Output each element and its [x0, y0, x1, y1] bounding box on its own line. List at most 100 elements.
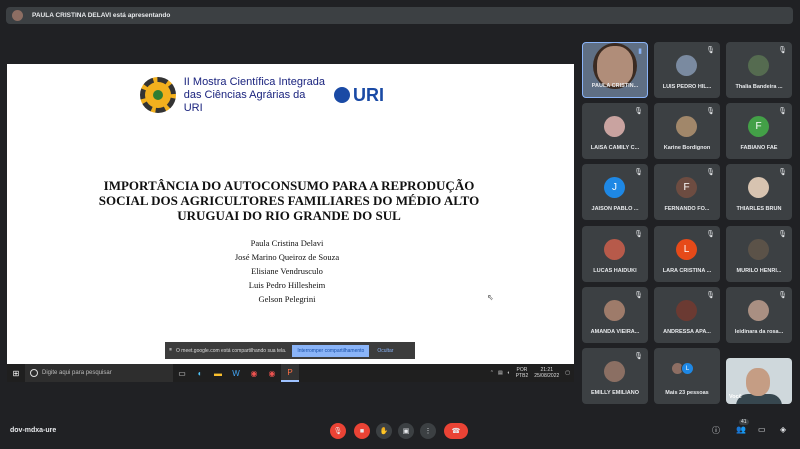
cortana-icon: [30, 369, 38, 377]
mic-off-icon: 🎙: [778, 169, 787, 176]
participant-tile[interactable]: 🎙 leidinara da rosa...: [726, 287, 792, 343]
participant-tile[interactable]: 🎙 LUCAS HAIDUKI: [582, 226, 648, 282]
participant-tile[interactable]: 🎙 AMANDA VIEIRA...: [582, 287, 648, 343]
self-view-tile[interactable]: Você: [726, 358, 792, 404]
shared-screen: II Mostra Científica Integrada das Ciênc…: [7, 64, 574, 382]
stop-sharing-button[interactable]: Interromper compartilhamento: [292, 344, 370, 357]
participant-tile[interactable]: ▮ PAULA CRISTIN...: [582, 42, 648, 98]
participant-name: FERNANDO FO...: [664, 206, 710, 212]
participant-name: leidinara da rosa...: [734, 329, 784, 335]
participant-face: [597, 46, 633, 86]
uri-emblem-icon: [334, 87, 350, 103]
mic-off-icon: 🎙: [706, 292, 715, 299]
participant-avatar: [676, 300, 697, 321]
participant-letter-avatar: F: [676, 177, 697, 198]
activities-button[interactable]: ◈: [780, 425, 786, 434]
mic-off-icon: 🎙: [778, 108, 787, 115]
present-screen-icon: ▣: [402, 428, 410, 435]
participant-tile[interactable]: 🎙 LUIS PEDRO HIL...: [654, 42, 720, 98]
mic-off-icon: 🎙: [706, 47, 715, 54]
participant-name: THIARLES BRUN: [736, 206, 782, 212]
mic-off-icon: 🎙: [634, 231, 643, 238]
edge-icon[interactable]: ◐: [191, 364, 209, 382]
hang-up-icon: ☎: [451, 428, 461, 435]
mouse-cursor-icon: ⇖: [487, 293, 494, 302]
participant-letter-avatar: L: [676, 239, 697, 260]
participant-count-badge: 41: [739, 419, 749, 425]
camera-toggle-button[interactable]: ■: [354, 423, 370, 439]
mic-off-icon: 🎙: [706, 169, 715, 176]
tray-chevron-icon[interactable]: ⌃: [490, 370, 494, 376]
file-explorer-icon[interactable]: ▬: [209, 364, 227, 382]
participant-avatar: [604, 116, 625, 137]
mic-off-icon: 🎙: [778, 47, 787, 54]
self-face: [746, 368, 770, 396]
activities-icon: ◈: [780, 425, 787, 434]
mic-off-icon: 🎙: [634, 169, 643, 176]
windows-start-icon[interactable]: ⊞: [7, 364, 25, 382]
participant-name: PAULA CRISTIN...: [591, 83, 639, 89]
author: Elisiane Vendrusculo: [251, 266, 323, 276]
participant-tile[interactable]: 🎙 THIARLES BRUN: [726, 164, 792, 220]
network-icon[interactable]: ▤: [498, 370, 503, 376]
participant-tile[interactable]: 🎙 J JAISON PABLO ...: [582, 164, 648, 220]
system-tray: ⌃ ▤ ◖ POR PTB2 21:21 25/08/2022 ▢: [490, 364, 570, 382]
chrome-icon[interactable]: ◉: [245, 364, 263, 382]
participant-avatar: [748, 177, 769, 198]
volume-icon[interactable]: ◖: [507, 370, 510, 376]
participant-tile[interactable]: 🎙 Thalia Bandeira ...: [726, 42, 792, 98]
slide-title: IMPORTÂNCIA DO AUTOCONSUMO PARA A REPROD…: [98, 178, 480, 223]
powerpoint-icon[interactable]: P: [281, 364, 299, 382]
word-icon[interactable]: W: [227, 364, 245, 382]
participant-avatar: [604, 300, 625, 321]
participant-tile[interactable]: 🎙 LAISA CAMILY C...: [582, 103, 648, 159]
people-button[interactable]: 👥: [736, 425, 746, 434]
participant-tile[interactable]: 🎙 F FERNANDO FO...: [654, 164, 720, 220]
language-indicator[interactable]: POR PTB2: [516, 367, 529, 379]
more-options-button[interactable]: ⋮: [420, 423, 436, 439]
author: Gelson Pelegrini: [258, 294, 316, 304]
presenter-text: PAULA CRISTINA DELAVI está apresentando: [32, 12, 171, 19]
info-icon: ⓘ: [712, 426, 720, 435]
hide-notice-button[interactable]: Ocultar: [377, 348, 393, 354]
participant-letter-avatar: F: [748, 116, 769, 137]
participant-avatar: [604, 361, 625, 382]
participant-name: LAISA CAMILY C...: [590, 145, 640, 151]
author: José Marino Queiroz de Souza: [234, 252, 340, 262]
participant-letter-avatar: L: [681, 362, 694, 375]
chrome-icon[interactable]: ◉: [263, 364, 281, 382]
present-button[interactable]: ▣: [398, 423, 414, 439]
author: Luis Pedro Hillesheim: [248, 280, 326, 290]
mic-toggle-button[interactable]: 🎙: [330, 423, 346, 439]
participant-tile[interactable]: 🎙 Karine Bordignon: [654, 103, 720, 159]
raise-hand-button[interactable]: ✋: [376, 423, 392, 439]
drag-handle-icon[interactable]: ⏸: [169, 347, 172, 354]
participant-avatar: [676, 55, 697, 76]
task-view-icon[interactable]: ▭: [173, 364, 191, 382]
mic-off-icon: 🎙: [706, 108, 715, 115]
leave-call-button[interactable]: ☎: [444, 423, 468, 439]
mic-off-icon: 🎙: [778, 292, 787, 299]
participant-avatar: [748, 239, 769, 260]
participant-name: ANDRESSA APA...: [663, 329, 711, 335]
author: Paula Cristina Delavi: [250, 238, 324, 248]
meeting-info-button[interactable]: ⓘ: [712, 425, 720, 436]
taskbar-search[interactable]: Digite aqui para pesquisar: [25, 364, 173, 382]
event-logo: II Mostra Científica Integrada das Ciênc…: [140, 75, 384, 115]
participant-avatar: [748, 300, 769, 321]
taskbar-clock[interactable]: 21:21 25/08/2022: [534, 367, 559, 379]
participant-tile[interactable]: 🎙 MURILO HENRI...: [726, 226, 792, 282]
participant-tile[interactable]: 🎙 ANDRESSA APA...: [654, 287, 720, 343]
notifications-icon[interactable]: ▢: [565, 370, 570, 376]
more-participants-tile[interactable]: L Mais 23 pessoas: [654, 348, 720, 404]
meeting-code: dov-mdxa-ure: [10, 427, 57, 434]
participant-tile[interactable]: 🎙 L LARA CRISTINA ...: [654, 226, 720, 282]
participant-tile[interactable]: 🎙 F FABIANO FAE: [726, 103, 792, 159]
chat-button[interactable]: ▭: [758, 425, 766, 434]
participant-tile[interactable]: 🎙 EMILLY EMILIANO: [582, 348, 648, 404]
speaking-indicator-icon: ▮: [638, 48, 642, 55]
self-name: Você: [729, 394, 742, 400]
windows-taskbar: ⊞ Digite aqui para pesquisar ▭ ◐ ▬ W ◉ ◉…: [7, 364, 574, 382]
participant-letter-avatar: J: [604, 177, 625, 198]
participant-name: Thalia Bandeira ...: [735, 84, 783, 90]
